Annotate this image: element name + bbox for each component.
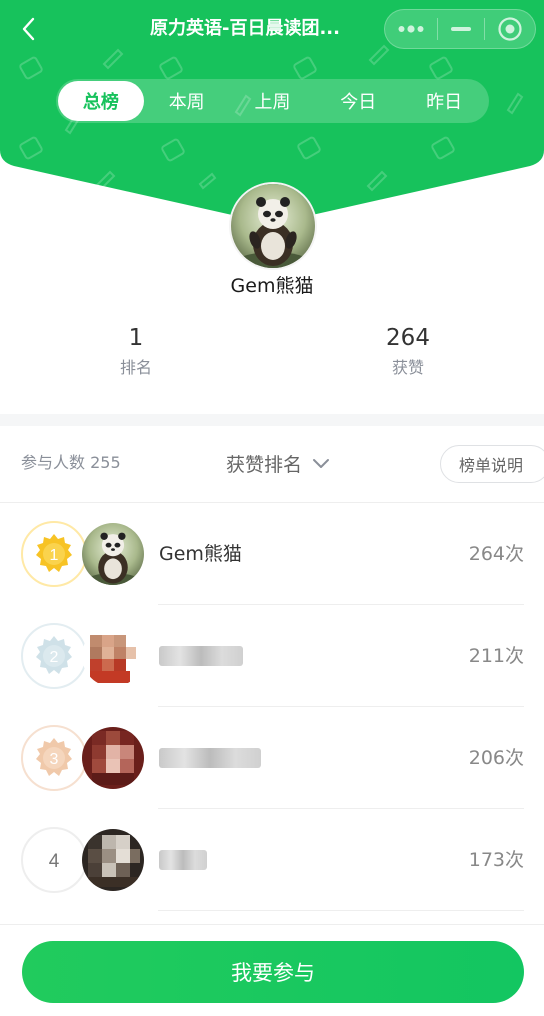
- list-item[interactable]: 1 Gem熊猫 264次: [0, 503, 544, 605]
- row-divider: [158, 910, 524, 911]
- avatar[interactable]: [82, 727, 144, 789]
- tab-this-week[interactable]: 本周: [144, 81, 230, 121]
- avatar[interactable]: [82, 829, 144, 891]
- list-item-name-blurred: [159, 850, 207, 870]
- tab-today[interactable]: 今日: [315, 81, 401, 121]
- profile-name: Gem熊猫: [230, 275, 314, 297]
- list-item-likes: 264次: [468, 543, 524, 565]
- minimize-button[interactable]: [438, 10, 484, 48]
- join-button[interactable]: 我要参与: [22, 941, 524, 1003]
- list-item-name-blurred: [159, 748, 261, 768]
- likes-value: 264: [386, 325, 430, 351]
- bronze-medal-icon: 3: [21, 725, 87, 791]
- page-title: 原力英语-百日晨读团...: [150, 18, 340, 39]
- medal-rank: 2: [50, 649, 59, 666]
- list-item-likes: 173次: [468, 849, 524, 871]
- period-tabs: 总榜 本周 上周 今日 昨日: [56, 79, 489, 123]
- more-button[interactable]: [385, 10, 437, 48]
- gold-medal-icon: 1: [21, 521, 87, 587]
- likes-label: 获赞: [391, 358, 424, 377]
- rank-label: 排名: [119, 358, 152, 377]
- more-dots-icon: [398, 25, 424, 33]
- rank-value: 1: [128, 325, 144, 351]
- list-item[interactable]: 2 211次: [0, 605, 544, 707]
- section-divider: [0, 414, 544, 426]
- sort-dropdown[interactable]: 获赞排名: [226, 448, 330, 478]
- miniprogram-capsule: [384, 9, 536, 49]
- chevron-left-icon: [22, 17, 35, 41]
- avatar[interactable]: [82, 625, 144, 687]
- user-avatar[interactable]: [229, 182, 317, 270]
- participant-count: 参与人数 255: [21, 453, 121, 472]
- minimize-icon: [451, 27, 471, 31]
- avatar[interactable]: [82, 523, 144, 585]
- list-item-name: Gem熊猫: [159, 543, 242, 565]
- chevron-down-icon: [312, 457, 330, 469]
- rank-badge-icon: 4: [21, 827, 87, 893]
- list-item-likes: 206次: [468, 747, 524, 769]
- tab-yesterday[interactable]: 昨日: [401, 81, 487, 121]
- rank-stat: 1 排名: [66, 322, 206, 380]
- medal-rank: 1: [50, 547, 59, 564]
- close-button[interactable]: [485, 10, 535, 48]
- list-item[interactable]: 4 173次: [0, 809, 544, 911]
- tab-last-week[interactable]: 上周: [230, 81, 316, 121]
- close-target-icon: [498, 17, 522, 41]
- tab-total[interactable]: 总榜: [58, 81, 144, 121]
- medal-rank: 3: [50, 751, 59, 768]
- list-item-likes: 211次: [468, 645, 524, 667]
- sort-label: 获赞排名: [226, 453, 303, 476]
- list-item-name-blurred: [159, 646, 243, 666]
- medal-rank: 4: [49, 851, 60, 872]
- rules-button[interactable]: 榜单说明: [440, 445, 544, 483]
- list-item[interactable]: 3 206次: [0, 707, 544, 809]
- back-button[interactable]: [14, 14, 44, 44]
- panda-avatar-image: [231, 184, 315, 268]
- likes-stat: 264 获赞: [338, 322, 478, 380]
- silver-medal-icon: 2: [21, 623, 87, 689]
